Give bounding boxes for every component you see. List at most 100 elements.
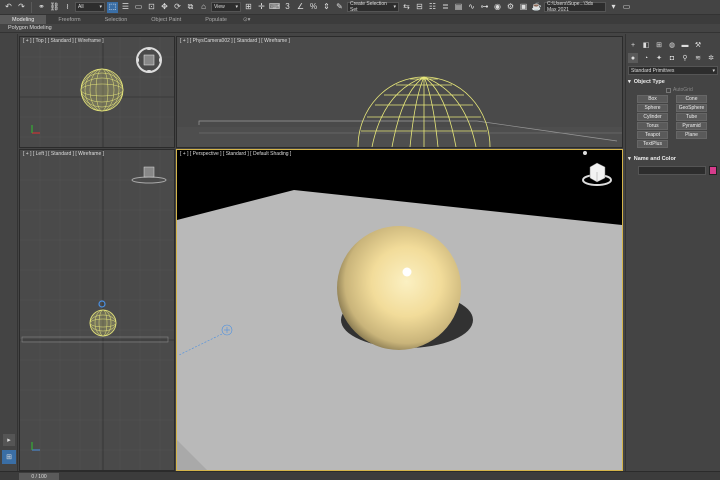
teapot-button[interactable]: Teapot (637, 131, 668, 139)
shapes-icon[interactable]: ◔ (641, 53, 651, 63)
viewport-perspective[interactable]: [ + ] [ Perspective ] [ Standard ] [ Def… (176, 149, 623, 471)
tab-selection[interactable]: Selection (93, 15, 140, 24)
rotate-icon[interactable]: ⟳ (172, 2, 183, 13)
sphere-wireframe-top[interactable] (80, 68, 124, 112)
object-name-field[interactable] (638, 166, 706, 175)
toggle-layer-explorer-icon[interactable]: ≣ (440, 2, 451, 13)
viewport-label-perspective[interactable]: [ + ] [ Perspective ] [ Standard ] [ Def… (180, 151, 291, 157)
viewport-label-top[interactable]: [ + ] [ Top ] [ Standard ] [ Wireframe ] (23, 38, 104, 44)
ribbon-panel-label[interactable]: Polygon Modeling (0, 24, 720, 33)
window-crossing-icon[interactable]: ⊡ (146, 2, 157, 13)
undo-icon[interactable]: ↶ (3, 2, 14, 13)
box-button[interactable]: Box (637, 95, 668, 103)
select-by-name-icon[interactable]: ☰ (120, 2, 131, 13)
move-icon[interactable]: ✥ (159, 2, 170, 13)
keyboard-shortcut-override-icon[interactable]: ⌨ (269, 2, 281, 13)
folder-icon[interactable]: ▭ (621, 2, 632, 13)
selection-filter-value: All (78, 4, 84, 10)
axis-tripod (31, 442, 40, 451)
percent-snap-icon[interactable]: % (308, 2, 319, 13)
helpers-icon[interactable]: ⚲ (680, 53, 690, 63)
cameras-icon[interactable]: ◘ (667, 53, 677, 63)
schematic-view-icon[interactable]: ⊶ (479, 2, 490, 13)
display-tab-icon[interactable]: ▬ (680, 40, 690, 50)
tab-populate[interactable]: Populate (193, 15, 239, 24)
select-object-icon[interactable]: ⬚ (107, 1, 118, 13)
mirror-icon[interactable]: ⇆ (401, 2, 412, 13)
play-icon[interactable]: ▸ (3, 434, 15, 446)
edit-named-selection-icon[interactable]: ✎ (334, 2, 345, 13)
geosphere-button[interactable]: GeoSphere (676, 104, 707, 112)
rectangular-selection-icon[interactable]: ▭ (133, 2, 144, 13)
autogrid-check-icon (666, 87, 671, 93)
toggle-ribbon-icon[interactable]: ▤ (453, 2, 464, 13)
viewport-layout-icon[interactable]: ⊞ (2, 450, 16, 464)
viewport-label-left[interactable]: [ + ] [ Left ] [ Standard ] [ Wireframe … (23, 151, 104, 157)
place-icon[interactable]: ⌂ (198, 2, 209, 13)
render-setup-icon[interactable]: ⚙ (505, 2, 516, 13)
viewcube-left[interactable] (131, 166, 167, 184)
axis-tripod (31, 125, 40, 134)
material-editor-icon[interactable]: ◉ (492, 2, 503, 13)
utilities-tab-icon[interactable]: ⚒ (693, 40, 703, 50)
chevron-down-icon: ▾ (235, 4, 238, 10)
object-type-title: Object Type (633, 78, 665, 85)
chevron-down-icon: ▾ (99, 4, 102, 10)
scale-icon[interactable]: ⧉ (185, 2, 196, 13)
rendered-frame-window-icon[interactable]: ▣ (518, 2, 529, 13)
viewport-top[interactable]: [ + ] [ Top ] [ Standard ] [ Wireframe ] (19, 36, 175, 148)
ribbon-options-icon[interactable]: ⊙▾ (239, 15, 254, 24)
viewport-camera[interactable]: [ + ] [ PhysCamera002 ] [ Standard ] [ W… (176, 36, 623, 148)
tube-button[interactable]: Tube (676, 113, 707, 121)
collapse-arrow-icon: ▾ (628, 155, 631, 162)
sphere-button[interactable]: Sphere (637, 104, 668, 112)
unlink-icon[interactable]: ⛓ (49, 2, 60, 13)
command-panel-tabs: + ◧ ⊞ ◍ ▬ ⚒ (628, 40, 703, 50)
tab-object-paint[interactable]: Object Paint (139, 15, 193, 24)
selection-filter-dropdown[interactable]: All ▾ (75, 2, 105, 12)
cone-button[interactable]: Cone (676, 95, 707, 103)
object-color-swatch[interactable] (709, 166, 717, 175)
space-warps-icon[interactable]: ≋ (693, 53, 703, 63)
spinner-snap-icon[interactable]: ⇕ (321, 2, 332, 13)
hierarchy-tab-icon[interactable]: ⊞ (654, 40, 664, 50)
link-icon[interactable]: ⚭ (36, 2, 47, 13)
align-icon[interactable]: ⊟ (414, 2, 425, 13)
redo-icon[interactable]: ↷ (16, 2, 27, 13)
curve-editor-icon[interactable]: ∿ (466, 2, 477, 13)
torus-button[interactable]: Torus (637, 122, 668, 130)
systems-icon[interactable]: ✲ (706, 53, 716, 63)
time-slider[interactable]: 0 / 100 (19, 473, 59, 480)
pyramid-button[interactable]: Pyramid (676, 122, 707, 130)
pivot-center-icon[interactable]: ⊞ (243, 2, 254, 13)
named-selection-set-dropdown[interactable]: Create Selection Set ▾ (347, 1, 399, 13)
snaps-toggle-icon[interactable]: 3 (282, 2, 293, 13)
project-folder-path[interactable]: C:\Users\Supe...\3ds Max 2021 (544, 1, 606, 13)
modify-tab-icon[interactable]: ◧ (641, 40, 651, 50)
plane-button[interactable]: Plane (676, 131, 707, 139)
cylinder-button[interactable]: Cylinder (637, 113, 668, 121)
sphere-object[interactable] (337, 226, 461, 350)
textplus-button[interactable]: TextPlus (637, 140, 668, 148)
tab-modeling[interactable]: Modeling (0, 15, 47, 24)
angle-snap-icon[interactable]: ∠ (295, 2, 306, 13)
reference-coordinate-dropdown[interactable]: View ▾ (211, 2, 241, 12)
render-production-icon[interactable]: ☕ (531, 2, 542, 13)
tab-freeform[interactable]: Freeform (46, 15, 92, 24)
viewport-left[interactable]: [ + ] [ Left ] [ Standard ] [ Wireframe … (19, 149, 175, 471)
viewport-label-camera[interactable]: [ + ] [ PhysCamera002 ] [ Standard ] [ W… (180, 38, 290, 44)
geometry-icon[interactable]: ● (628, 53, 638, 63)
lights-icon[interactable]: ✦ (654, 53, 664, 63)
name-color-rollout-header[interactable]: ▾ Name and Color (628, 154, 718, 163)
bind-space-warp-icon[interactable]: ≀ (62, 2, 73, 13)
toggle-scene-explorer-icon[interactable]: ☷ (427, 2, 438, 13)
primitive-category-dropdown[interactable]: Standard Primitives ▾ (628, 66, 718, 75)
sphere-wireframe-left[interactable] (89, 309, 117, 337)
viewcube-perspective[interactable] (582, 151, 612, 186)
select-manipulate-icon[interactable]: ✛ (256, 2, 267, 13)
motion-tab-icon[interactable]: ◍ (667, 40, 677, 50)
chevron-down-icon[interactable]: ▾ (608, 2, 619, 13)
autogrid-checkbox[interactable]: AutoGrid (666, 87, 693, 93)
create-tab-icon[interactable]: + (628, 40, 638, 50)
object-type-rollout-header[interactable]: ▾ Object Type (628, 77, 718, 86)
